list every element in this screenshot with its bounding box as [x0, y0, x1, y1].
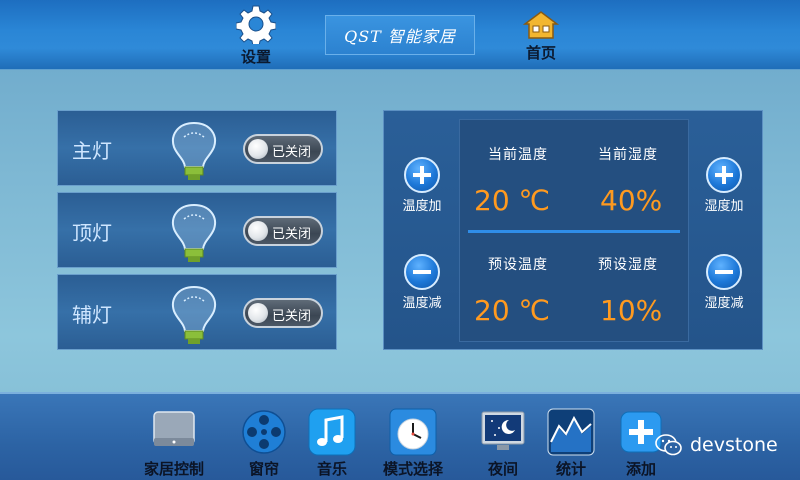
- light-name: 主灯: [72, 139, 112, 163]
- lightbulb-icon: [172, 285, 216, 344]
- climate-panel: 温度加 温度减 当前温度 当前湿度 20 ℃ 40% 预设温度 预设湿度 20 …: [383, 110, 763, 350]
- temp-down-label: 温度减: [402, 296, 442, 311]
- dock-label: 窗帘: [248, 460, 279, 478]
- temp-down-button[interactable]: 温度减: [392, 254, 452, 314]
- clock-icon: [389, 408, 437, 456]
- film-reel-icon: [242, 410, 286, 454]
- current-temp-value: 20 ℃: [474, 184, 550, 217]
- watermark: devstone: [654, 432, 778, 458]
- preset-humidity-value: 10%: [600, 294, 663, 327]
- brand-logo: QST 智能家居: [325, 15, 475, 55]
- dock-label: 添加: [625, 460, 656, 478]
- dock-label: 统计: [555, 460, 586, 478]
- humidity-down-button[interactable]: 湿度减: [694, 254, 754, 314]
- toggle-knob: [248, 139, 268, 159]
- dock-label: 模式选择: [383, 460, 444, 478]
- preset-temp-caption: 预设温度: [488, 257, 548, 273]
- climate-readouts: 当前温度 当前湿度 20 ℃ 40% 预设温度 预设湿度 20 ℃ 10%: [459, 119, 689, 342]
- lightbulb-icon: [172, 121, 216, 180]
- divider: [468, 230, 680, 233]
- wechat-icon: [655, 434, 682, 456]
- dock-item-music[interactable]: 音乐: [308, 408, 356, 479]
- temp-up-button[interactable]: 温度加: [392, 157, 452, 217]
- dock-label: 音乐: [316, 460, 347, 478]
- monitor-icon: [153, 411, 195, 446]
- plus-icon: [706, 157, 742, 193]
- minus-icon: [706, 254, 742, 290]
- dock-item-curtain[interactable]: 窗帘: [240, 408, 288, 479]
- home-button[interactable]: 首页: [511, 10, 571, 74]
- dock-label: 家居控制: [144, 460, 205, 478]
- minus-icon: [404, 254, 440, 290]
- current-humidity-caption: 当前湿度: [598, 147, 658, 163]
- humidity-up-label: 湿度加: [704, 199, 744, 214]
- dock-item-statistics[interactable]: 统计: [547, 408, 595, 479]
- light-toggle-main[interactable]: 已关闭: [243, 134, 323, 164]
- top-bar: 设置 QST 智能家居 首页: [0, 0, 800, 70]
- current-temp-caption: 当前温度: [488, 147, 548, 163]
- light-row-top: 顶灯 已关闭: [57, 192, 337, 268]
- light-row-main: 主灯 已关闭: [57, 110, 337, 186]
- toggle-knob: [248, 221, 268, 241]
- current-humidity-value: 40%: [600, 184, 663, 217]
- dock-item-home-control[interactable]: 家居控制: [144, 408, 204, 479]
- dock-item-night[interactable]: 夜间: [479, 408, 527, 479]
- watermark-text: devstone: [690, 434, 778, 456]
- gear-icon: [236, 5, 276, 44]
- chart-icon: [547, 408, 595, 456]
- dock-label: 夜间: [487, 460, 518, 478]
- music-note-icon: [308, 408, 356, 456]
- toggle-status: 已关闭: [272, 145, 312, 160]
- dock-item-mode-select[interactable]: 模式选择: [383, 408, 443, 479]
- light-row-aux: 辅灯 已关闭: [57, 274, 337, 350]
- plus-icon: [404, 157, 440, 193]
- lightbulb-icon: [172, 203, 216, 262]
- light-name: 顶灯: [72, 221, 112, 245]
- settings-button[interactable]: 设置: [226, 4, 286, 68]
- toggle-status: 已关闭: [272, 309, 312, 324]
- toggle-knob: [248, 303, 268, 323]
- humidity-down-label: 湿度减: [704, 296, 744, 311]
- settings-label: 设置: [240, 48, 271, 66]
- light-name: 辅灯: [72, 303, 112, 327]
- toggle-status: 已关闭: [272, 227, 312, 242]
- preset-temp-value: 20 ℃: [474, 294, 550, 327]
- temp-up-label: 温度加: [402, 199, 442, 214]
- light-toggle-top[interactable]: 已关闭: [243, 216, 323, 246]
- house-icon: [523, 11, 559, 39]
- humidity-up-button[interactable]: 湿度加: [694, 157, 754, 217]
- light-toggle-aux[interactable]: 已关闭: [243, 298, 323, 328]
- preset-humidity-caption: 预设湿度: [598, 257, 658, 273]
- night-screen-icon: [481, 411, 525, 450]
- home-label: 首页: [525, 44, 556, 62]
